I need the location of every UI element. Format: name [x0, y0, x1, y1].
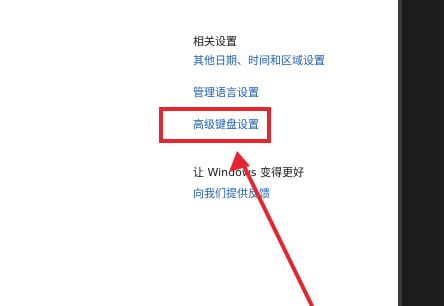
give-feedback-link[interactable]: 向我们提供反馈 — [193, 187, 270, 201]
settings-panel: 相关设置 其他日期、时间和区域设置 管理语言设置 高级键盘设置 让 Window… — [0, 0, 444, 306]
red-highlight-box — [159, 107, 271, 143]
improve-windows-heading: 让 Windows 变得更好 — [193, 166, 305, 179]
manage-language-settings-link[interactable]: 管理语言设置 — [193, 86, 259, 100]
other-date-time-region-settings-link[interactable]: 其他日期、时间和区域设置 — [193, 54, 325, 68]
dark-window-edge — [398, 0, 444, 306]
related-settings-heading: 相关设置 — [193, 35, 237, 48]
